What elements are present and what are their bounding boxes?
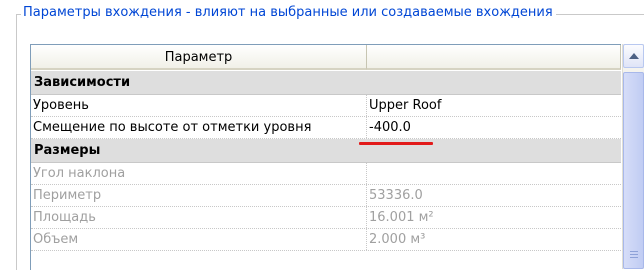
grip-line <box>630 251 638 252</box>
param-name: Периметр <box>31 185 367 206</box>
scroll-up-button[interactable] <box>623 44 644 68</box>
vertical-scrollbar[interactable] <box>622 44 644 269</box>
param-value-field[interactable]: Upper Roof <box>367 95 619 116</box>
param-name: Уровень <box>31 95 367 116</box>
group-header-constraints[interactable]: Зависимости <box>31 71 621 95</box>
table-row-offset[interactable]: Смещение по высоте от отметки уровня -40… <box>31 117 621 139</box>
grip-line <box>630 257 638 258</box>
properties-grid: Параметр Зависимости Уровень Upper Roof … <box>30 44 621 270</box>
param-name: Площадь <box>31 207 367 228</box>
param-value-field: 2.000 м³ <box>369 232 426 247</box>
table-row-area: Площадь 16.001 м² <box>31 207 621 229</box>
param-name: Угол наклона <box>31 163 367 184</box>
group-label: Зависимости <box>34 75 131 90</box>
table-row-slope-angle: Угол наклона <box>31 163 621 185</box>
chevron-up-icon <box>629 53 639 59</box>
grip-line <box>630 254 638 255</box>
table-row-perimeter: Периметр 53336.0 <box>31 185 621 207</box>
param-value-field <box>367 163 619 184</box>
param-value-field: 53336.0 <box>369 188 423 203</box>
red-highlight-underline <box>359 142 433 145</box>
column-header-parameter[interactable]: Параметр <box>31 45 367 70</box>
grid-header: Параметр <box>31 45 621 71</box>
table-row-volume: Объем 2.000 м³ <box>31 229 621 251</box>
param-name: Смещение по высоте от отметки уровня <box>31 117 367 138</box>
table-row-level[interactable]: Уровень Upper Roof <box>31 95 621 117</box>
groupbox-title: Параметры вхождения - влияют на выбранны… <box>21 2 556 24</box>
group-label: Размеры <box>34 143 101 158</box>
param-name: Объем <box>31 229 367 250</box>
param-value-field: 16.001 м² <box>369 210 434 225</box>
param-value-field[interactable]: -400.0 <box>367 117 619 138</box>
group-header-dimensions[interactable]: Размеры <box>31 139 621 163</box>
column-header-value[interactable] <box>367 45 621 70</box>
scroll-thumb[interactable] <box>623 72 644 269</box>
